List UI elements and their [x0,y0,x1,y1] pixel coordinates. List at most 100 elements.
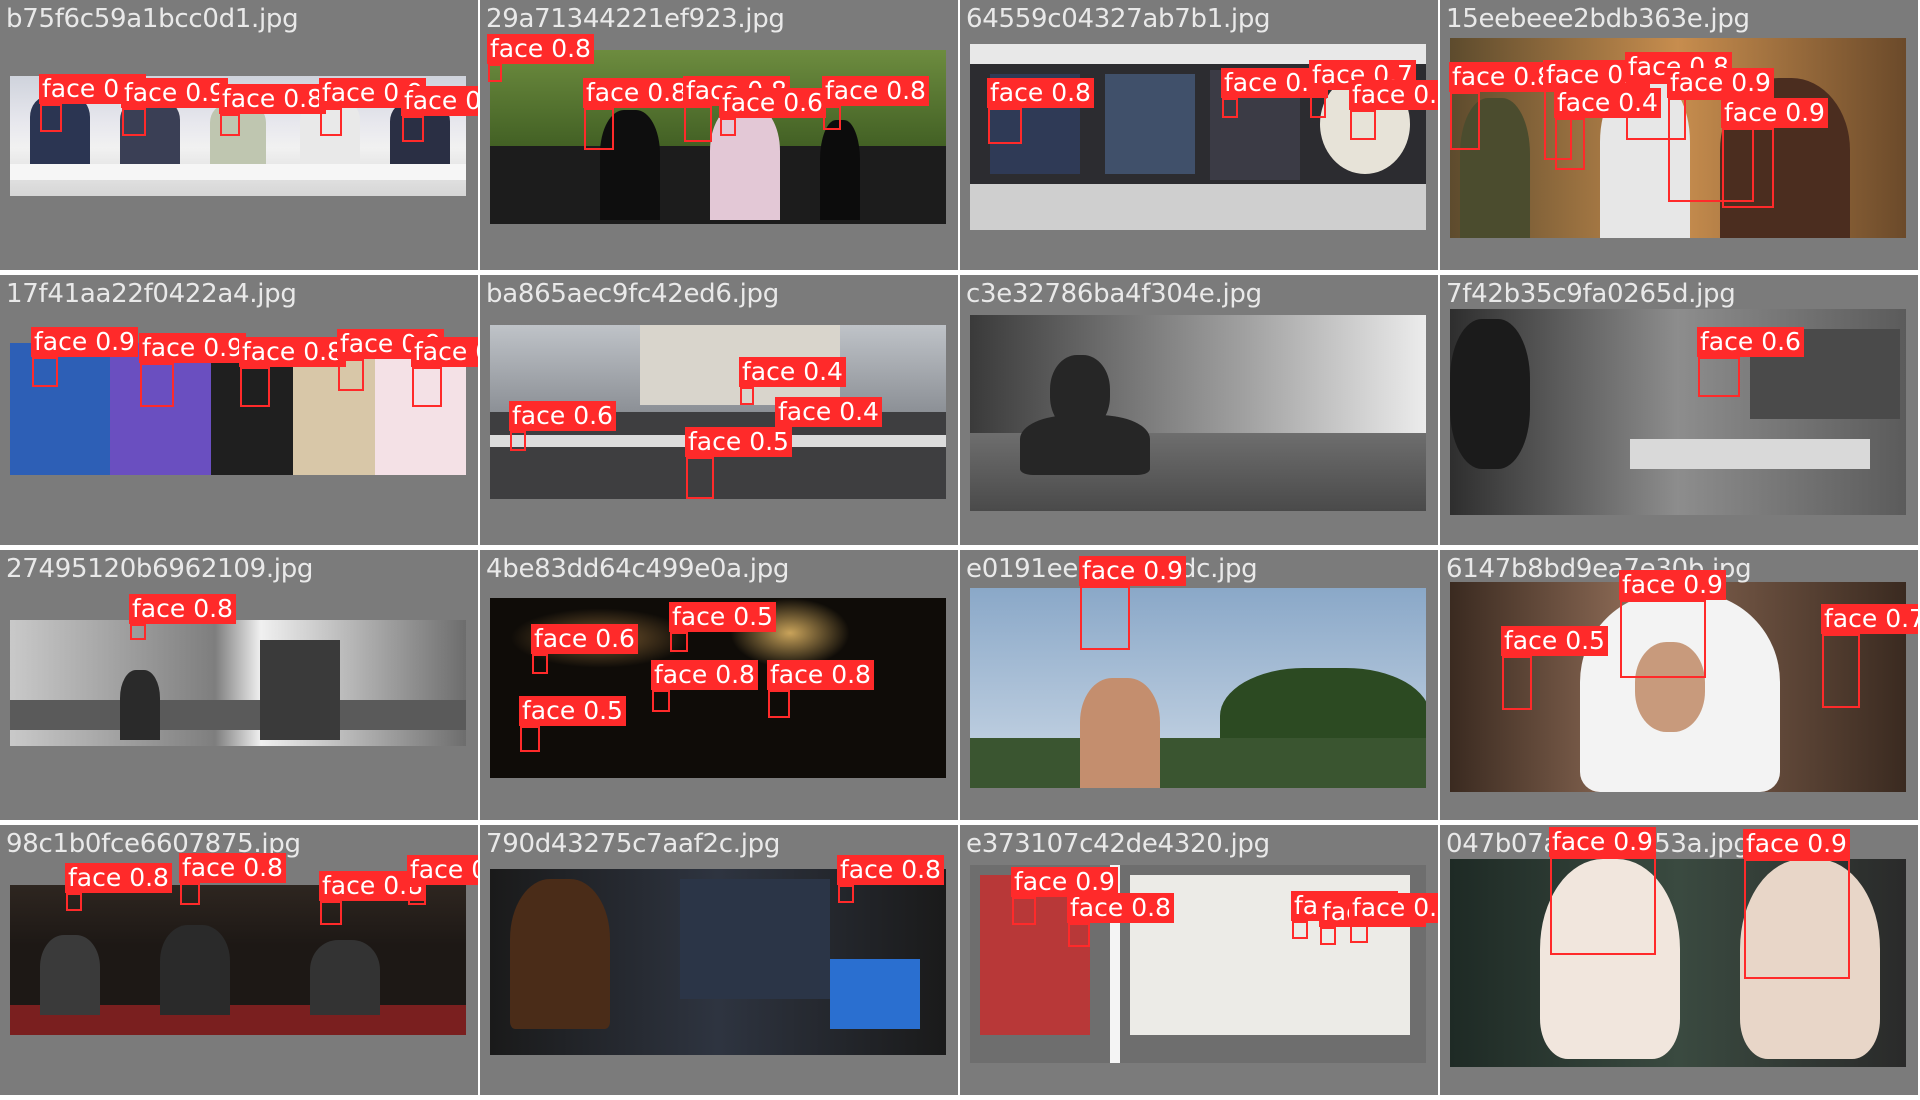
detection-label: face 0.6 [719,88,826,118]
photo-region [510,879,610,1029]
detection-label: face 0.9 [1721,98,1828,128]
tile-photo [490,869,946,1055]
detection-box [220,114,240,136]
image-tile: 29a71344221ef923.jpg face 0.8 face 0.8 face… [480,0,958,270]
detection-label: face 0.6 [1697,327,1804,357]
detection-label: face 0.9 [121,78,228,108]
photo-region [1450,319,1530,469]
detection-label: face 0.9 [401,86,478,116]
detection-label: face 0.6 [531,624,638,654]
detection-box [652,690,670,712]
tile-filename: 29a71344221ef923.jpg [486,4,785,34]
detection-label: face 0.8 [487,34,594,64]
photo-region [1105,74,1195,174]
detection-box [670,632,688,652]
image-tile: 17f41aa22f0422a4.jpg face 0.9 face 0.9 face… [0,275,478,545]
photo-region [1020,415,1150,475]
image-tile: 27495120b6962109.jpg face 0.8 [0,550,478,820]
detection-box [823,106,841,130]
detection-label: face 0.8 [837,855,944,885]
detection-label: face 0.8 [65,863,172,893]
detection-box [1555,118,1585,170]
tile-filename: ba865aec9fc42ed6.jpg [486,279,779,309]
detection-label: face 0.5 [669,602,776,632]
tile-filename: 4be83dd64c499e0a.jpg [486,554,790,584]
detection-label: face 0.9 [1079,556,1186,586]
detection-label: face 0.8 [239,337,346,367]
tile-filename: 15eebeee2bdb363e.jpg [1446,4,1750,34]
image-tile: e0191ee5cfc544dc.jpgface 0.9 [960,550,1438,820]
tile-photo [970,315,1426,511]
photo-region [970,184,1426,230]
detection-label: face 0.9 [407,855,478,885]
detection-box [240,367,270,407]
image-tile: 98c1b0fce6607875.jpg face 0.8 face 0.8 face… [0,825,478,1095]
photo-region [40,935,100,1015]
photo-region [820,120,860,220]
photo-region [1630,439,1870,469]
photo-region [680,879,830,999]
detection-box [40,104,62,132]
detection-box [1722,128,1774,208]
detection-box [1550,857,1656,955]
image-tile: 15eebeee2bdb363e.jpg face 0.8 face 0.7 face… [1440,0,1918,270]
detection-box [584,108,614,150]
detection-box [1744,859,1850,979]
detection-box [1320,927,1336,945]
photo-region [970,738,1426,788]
image-tile: c3e32786ba4f304e.jpg [960,275,1438,545]
photo-region [260,640,340,740]
detection-label: face 0.4 [739,357,846,387]
detection-box [1822,634,1860,708]
image-tile: 4be83dd64c499e0a.jpg face 0.5 face 0.6 face… [480,550,958,820]
detection-label: face 0.5 [685,427,792,457]
detection-box [520,726,540,752]
detection-label: face 0.8 [179,853,286,883]
tile-filename: 7f42b35c9fa0265d.jpg [1446,279,1736,309]
detection-label: face 0.8 [987,78,1094,108]
tile-filename: 64559c04327ab7b1.jpg [966,4,1271,34]
detection-box [140,363,174,407]
detection-box [66,893,82,911]
detection-label: face 0.7 [1821,604,1918,634]
image-tile: 047b07ab0c3b353a.jpgface 0.9face 0.9 [1440,825,1918,1095]
photo-region [1080,678,1160,788]
photo-region [120,670,160,740]
detection-box [1310,90,1326,118]
detection-box [686,457,714,499]
photo-region [10,700,466,730]
detection-label: face 0.9 [1743,829,1850,859]
mosaic-grid: b75f6c59a1bcc0d1.jpg face 0.9 face 0.9 face… [0,0,1920,1100]
image-tile: b75f6c59a1bcc0d1.jpg face 0.9 face 0.9 face… [0,0,478,270]
detection-label: face 0.8 [411,337,478,367]
tile-filename: e373107c42de4320.jpg [966,829,1270,859]
tile-filename: 17f41aa22f0422a4.jpg [6,279,297,309]
tile-photo [10,620,466,746]
detection-box [338,359,364,391]
detection-box [1502,656,1532,710]
tile-filename: 27495120b6962109.jpg [6,554,314,584]
detection-box [1350,110,1376,140]
detection-label: face 0.8 [1449,62,1556,92]
detection-label: face 0.6 [509,401,616,431]
tile-filename: b75f6c59a1bcc0d1.jpg [6,4,299,34]
image-tile: 64559c04327ab7b1.jpg face 0.8 face 0.4 face… [960,0,1438,270]
detection-box [1068,923,1090,947]
detection-box [180,883,200,905]
tile-photo [970,588,1426,788]
detection-box [320,108,342,136]
detection-box [1450,92,1480,150]
detection-box [1698,357,1740,397]
tile-photo [1450,309,1906,515]
tile-filename: 790d43275c7aaf2c.jpg [486,829,781,859]
detection-label: face 0.5 [1501,626,1608,656]
detection-box [532,654,548,674]
detection-box [1620,600,1706,678]
detection-box [32,357,58,387]
image-tile: 6147b8bd9ea7e30b.jpg face 0.9 face 0.5 face… [1440,550,1918,820]
detection-label: face 0.9 [1667,68,1774,98]
detection-label: face 0.9 [1549,827,1656,857]
detection-label: face 0.8 [767,660,874,690]
detection-box [838,885,854,903]
image-tile: ba865aec9fc42ed6.jpg face 0.4 face 0.6 face… [480,275,958,545]
